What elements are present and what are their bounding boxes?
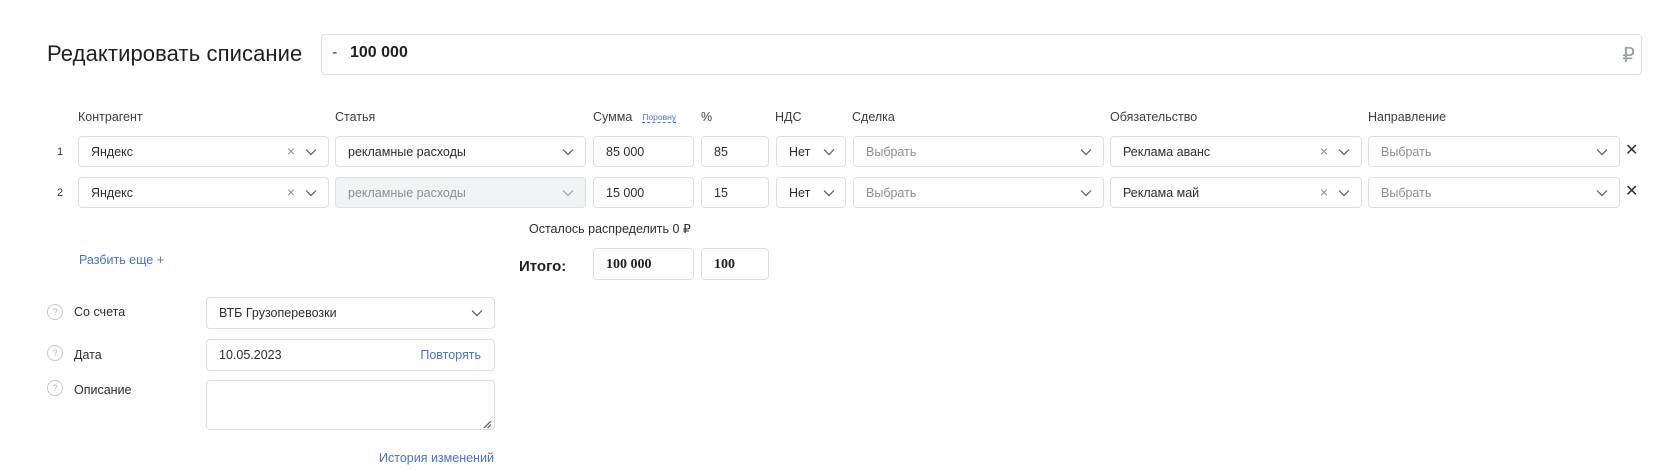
total-sum: 100 000 (593, 248, 694, 280)
row-number: 1 (57, 146, 64, 158)
chevron-down-icon (1080, 146, 1092, 158)
remove-row-icon[interactable]: ✕ (1625, 143, 1638, 159)
date-value: 10.05.2023 (219, 348, 282, 362)
sum-input[interactable]: 15 000 (593, 177, 694, 208)
vat-select[interactable]: Нет (776, 136, 846, 167)
deal-placeholder: Выбрать (866, 145, 917, 159)
amount-sign: - (332, 44, 338, 61)
chevron-down-icon (1338, 146, 1350, 158)
account-label: Со счета (74, 305, 126, 319)
total-percent-value: 100 (714, 257, 735, 272)
counterparty-value: Яндекс (91, 145, 134, 159)
page-title: Редактировать списание (47, 41, 303, 66)
clear-icon[interactable]: × (287, 143, 295, 159)
column-header-counterparty: Контрагент (78, 110, 143, 124)
counterparty-select[interactable]: Яндекс × (78, 177, 329, 208)
date-label: Дата (74, 348, 102, 362)
obligation-value: Реклама аванс (1123, 145, 1211, 159)
vat-value: Нет (789, 186, 811, 200)
row-number: 2 (57, 187, 64, 199)
chevron-down-icon (305, 187, 317, 199)
obligation-select[interactable]: Реклама май × (1110, 177, 1362, 208)
column-header-obligation: Обязательство (1110, 110, 1198, 124)
chevron-down-icon (305, 146, 317, 158)
account-value: ВТБ Грузоперевозки (219, 306, 337, 320)
column-header-sum-label: Сумма (593, 110, 633, 124)
chevron-down-icon (471, 307, 483, 319)
article-select-disabled: рекламные расходы (335, 177, 586, 208)
percent-input[interactable]: 15 (701, 177, 769, 208)
clear-icon[interactable]: × (1320, 184, 1328, 200)
chevron-down-icon (823, 187, 835, 199)
clear-icon[interactable]: × (1320, 143, 1328, 159)
direction-select[interactable]: Выбрать (1368, 136, 1620, 167)
chevron-down-icon (1338, 187, 1350, 199)
description-label: Описание (74, 383, 132, 397)
sum-input[interactable]: 85 000 (593, 136, 694, 167)
obligation-value: Реклама май (1123, 186, 1200, 200)
clear-icon[interactable]: × (287, 184, 295, 200)
total-percent: 100 (701, 248, 769, 280)
total-sum-value: 100 000 (606, 257, 652, 272)
ruble-icon: ₽ (1622, 45, 1635, 67)
chevron-down-icon (1080, 187, 1092, 199)
sum-value: 15 000 (606, 186, 645, 200)
sum-value: 85 000 (606, 145, 645, 159)
total-label: Итого: (519, 258, 567, 275)
article-select[interactable]: рекламные расходы (335, 136, 586, 167)
vat-value: Нет (789, 145, 811, 159)
chevron-down-icon (562, 187, 574, 199)
chevron-down-icon (823, 146, 835, 158)
split-more-link[interactable]: Разбить еще + (79, 253, 164, 267)
account-select[interactable]: ВТБ Грузоперевозки (206, 297, 495, 329)
amount-input[interactable]: - 100 000 ₽ (321, 34, 1642, 75)
history-link[interactable]: История изменений (379, 451, 494, 465)
remaining-text: Осталось распределить 0 ₽ (529, 222, 691, 236)
counterparty-value: Яндекс (91, 186, 134, 200)
amount-value: 100 000 (350, 44, 408, 61)
column-header-percent: % (701, 110, 713, 124)
description-textarea[interactable] (206, 380, 495, 430)
help-icon[interactable]: ? (47, 345, 63, 361)
direction-placeholder: Выбрать (1381, 145, 1432, 159)
percent-value: 85 (714, 145, 728, 159)
column-header-direction: Направление (1368, 110, 1447, 124)
vat-select[interactable]: Нет (776, 177, 846, 208)
column-header-vat: НДС (775, 110, 802, 124)
help-icon[interactable]: ? (47, 304, 63, 320)
chevron-down-icon (562, 146, 574, 158)
article-value: рекламные расходы (348, 145, 466, 159)
help-icon[interactable]: ? (47, 380, 63, 396)
date-input[interactable]: 10.05.2023 Повторять (206, 339, 495, 371)
chevron-down-icon (1596, 146, 1608, 158)
column-header-deal: Сделка (852, 110, 895, 124)
obligation-select[interactable]: Реклама аванс × (1110, 136, 1362, 167)
deal-select[interactable]: Выбрать (853, 136, 1104, 167)
percent-input[interactable]: 85 (701, 136, 769, 167)
deal-select[interactable]: Выбрать (853, 177, 1104, 208)
remove-row-icon[interactable]: ✕ (1625, 184, 1638, 200)
direction-select[interactable]: Выбрать (1368, 177, 1620, 208)
repeat-link[interactable]: Повторять (420, 348, 481, 362)
column-header-sum: Сумма Поровну (593, 110, 677, 124)
resize-handle-icon[interactable] (482, 417, 492, 429)
equal-split-link[interactable]: Поровну (642, 112, 677, 123)
direction-placeholder: Выбрать (1381, 186, 1432, 200)
column-header-article: Статья (335, 110, 376, 124)
deal-placeholder: Выбрать (866, 186, 917, 200)
chevron-down-icon (1596, 187, 1608, 199)
article-value: рекламные расходы (348, 186, 466, 200)
counterparty-select[interactable]: Яндекс × (78, 136, 329, 167)
percent-value: 15 (714, 186, 728, 200)
